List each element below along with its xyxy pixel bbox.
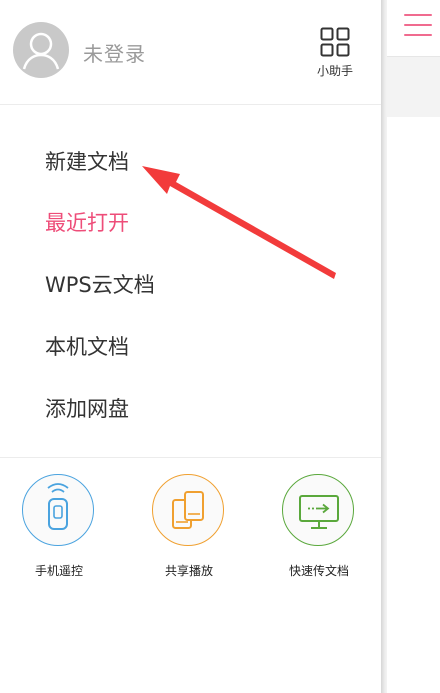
menu-item-recent[interactable]: 最近打开 xyxy=(45,207,129,237)
login-status-label[interactable]: 未登录 xyxy=(83,38,146,67)
main-panel-edge xyxy=(387,0,440,693)
tool-phone-remote[interactable]: 手机遥控 xyxy=(4,474,114,584)
app-screen: 未登录 小助手 新建文档 最近打开 WPS云文档 本机文档 添加网盘 手机遥控 … xyxy=(0,0,440,693)
main-subbar xyxy=(387,57,440,117)
tool-label: 快速传文档 xyxy=(288,564,349,578)
tool-label: 共享播放 xyxy=(164,564,213,578)
helper-button[interactable]: 小助手 xyxy=(312,27,358,81)
menu-item-wps-cloud[interactable]: WPS云文档 xyxy=(45,269,155,299)
side-drawer: 未登录 小助手 新建文档 最近打开 WPS云文档 本机文档 添加网盘 手机遥控 … xyxy=(0,0,381,693)
avatar[interactable] xyxy=(13,22,69,78)
menu-toggle-icon[interactable] xyxy=(404,12,432,38)
phone-remote-icon xyxy=(22,474,94,546)
section-divider xyxy=(0,457,381,458)
menu-item-local-documents[interactable]: 本机文档 xyxy=(45,331,129,361)
menu-item-new-document[interactable]: 新建文档 xyxy=(45,146,129,176)
tool-share-play[interactable]: 共享播放 xyxy=(134,474,244,584)
tool-fast-transfer[interactable]: 快速传文档 xyxy=(264,474,374,584)
fast-transfer-icon xyxy=(282,474,354,546)
drawer-header: 未登录 小助手 xyxy=(0,0,381,105)
grid-icon xyxy=(320,27,350,57)
tool-label: 手机遥控 xyxy=(34,564,83,578)
main-toolbar xyxy=(387,0,440,57)
user-avatar-icon xyxy=(14,23,68,77)
drawer-shadow xyxy=(381,0,387,693)
menu-item-add-netdisk[interactable]: 添加网盘 xyxy=(45,393,129,423)
share-play-icon xyxy=(152,474,224,546)
helper-label: 小助手 xyxy=(316,64,353,78)
